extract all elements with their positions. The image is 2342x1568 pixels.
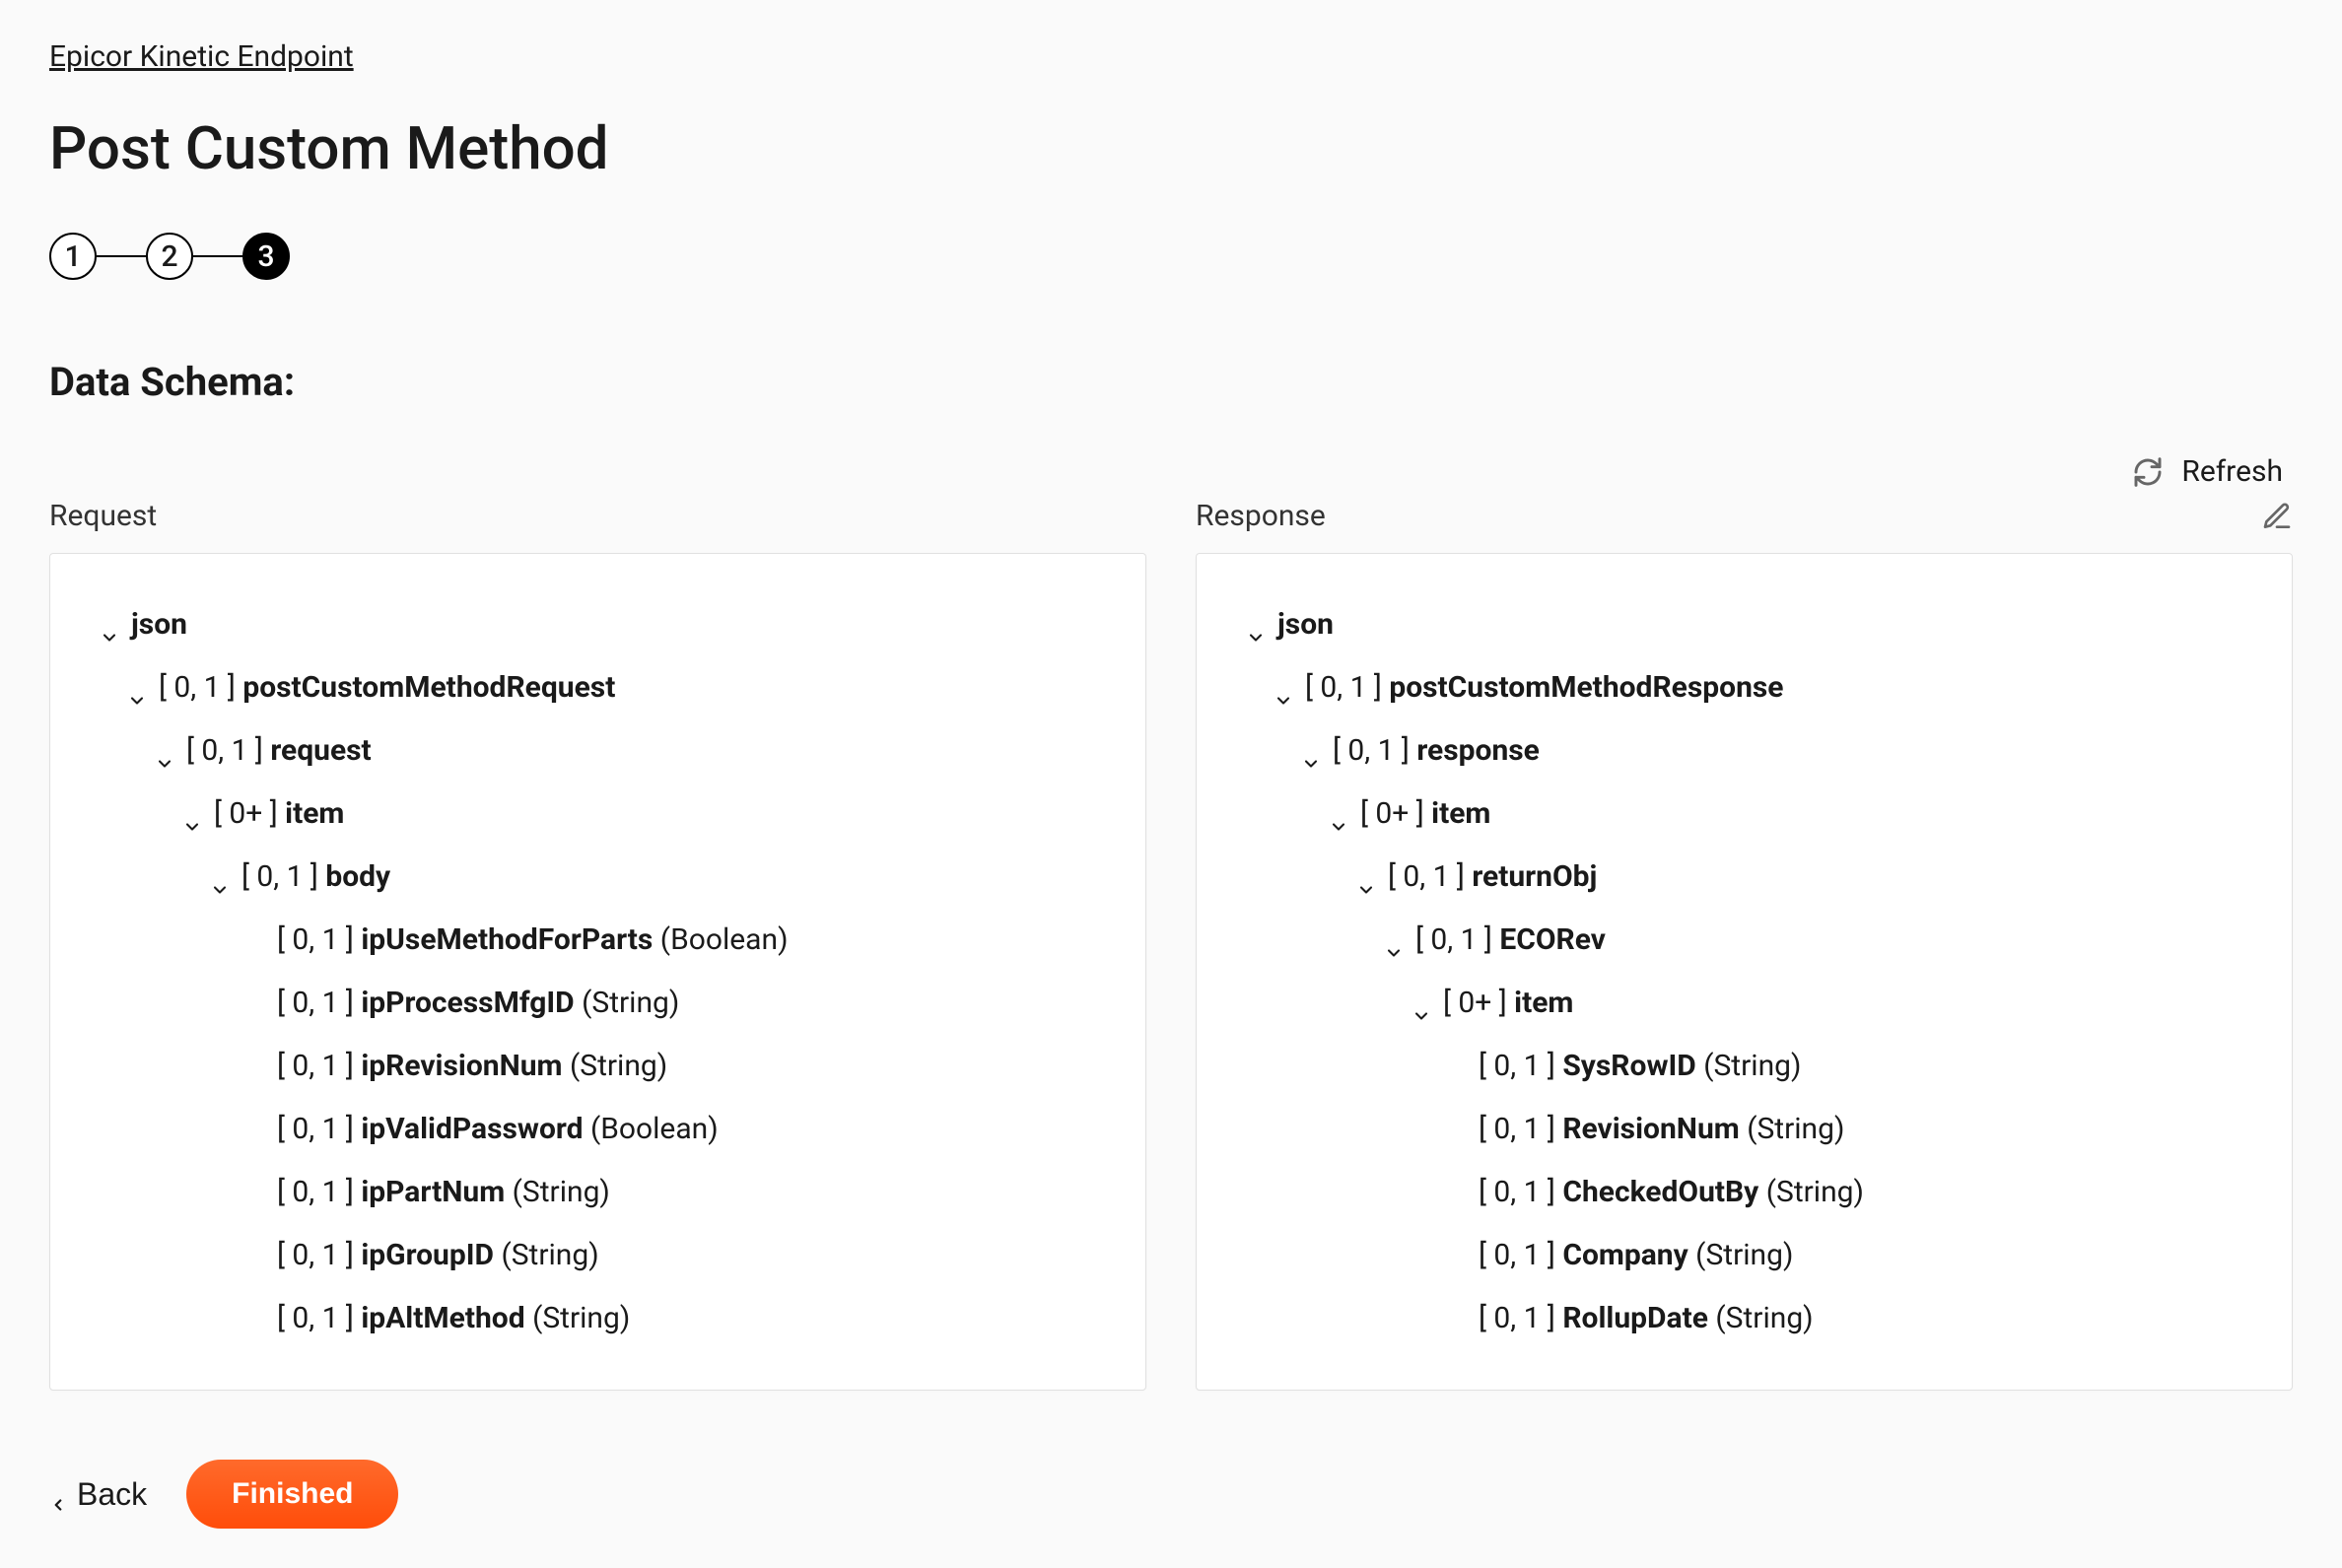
tree-node[interactable]: [ 0, 1 ] returnObj xyxy=(1246,846,2242,909)
tree-node[interactable]: json xyxy=(1246,593,2242,656)
chevron-down-icon[interactable] xyxy=(1301,741,1321,761)
step-connector xyxy=(97,255,146,257)
tree-node[interactable]: [ 0, 1 ] body xyxy=(100,846,1096,909)
page-title: Post Custom Method xyxy=(49,113,2293,183)
chevron-down-icon[interactable] xyxy=(1274,678,1293,698)
tree-node-label: [ 0, 1 ] ipAltMethod (String) xyxy=(277,1295,630,1342)
tree-node: [ 0, 1 ] ipUseMethodForParts (Boolean) xyxy=(100,909,1096,972)
tree-node: [ 0, 1 ] RevisionNum (String) xyxy=(1246,1098,2242,1161)
tree-node-label: [ 0, 1 ] RevisionNum (String) xyxy=(1479,1106,1844,1153)
tree-node-label: [ 0, 1 ] returnObj xyxy=(1388,853,1597,901)
tree-node[interactable]: [ 0+ ] item xyxy=(100,783,1096,846)
chevron-left-icon xyxy=(49,1485,67,1503)
tree-node-label: [ 0, 1 ] ipProcessMfgID (String) xyxy=(277,980,679,1027)
tree-node[interactable]: [ 0, 1 ] ECORev xyxy=(1246,909,2242,972)
tree-node-label: [ 0, 1 ] ipUseMethodForParts (Boolean) xyxy=(277,917,789,964)
tree-node[interactable]: [ 0, 1 ] response xyxy=(1246,719,2242,783)
chevron-down-icon[interactable] xyxy=(210,867,230,887)
tree-node-label: [ 0, 1 ] ECORev xyxy=(1415,917,1606,964)
tree-node-label: [ 0, 1 ] SysRowID (String) xyxy=(1479,1043,1801,1090)
back-label: Back xyxy=(77,1476,147,1513)
tree-node[interactable]: [ 0+ ] item xyxy=(1246,972,2242,1035)
chevron-down-icon[interactable] xyxy=(155,741,174,761)
tree-node: [ 0, 1 ] SysRowID (String) xyxy=(1246,1035,2242,1098)
stepper: 1 2 3 xyxy=(49,233,2293,280)
tree-node: [ 0, 1 ] ipAltMethod (String) xyxy=(100,1287,1096,1350)
request-column: Request json [ 0, 1 ] postCustomMethodReq… xyxy=(49,499,1146,1391)
tree-node-label: [ 0+ ] item xyxy=(1360,790,1490,838)
tree-node: [ 0, 1 ] ipProcessMfgID (String) xyxy=(100,972,1096,1035)
edit-icon[interactable] xyxy=(2261,501,2293,532)
step-1[interactable]: 1 xyxy=(49,233,97,280)
tree-node: [ 0, 1 ] Company (String) xyxy=(1246,1224,2242,1287)
tree-node: [ 0, 1 ] ipValidPassword (Boolean) xyxy=(100,1098,1096,1161)
response-column: Response json [ 0, 1 ] postCustomMethodRe… xyxy=(1196,499,2293,1391)
back-button[interactable]: Back xyxy=(49,1476,147,1513)
tree-node: [ 0, 1 ] CheckedOutBy (String) xyxy=(1246,1161,2242,1224)
step-connector xyxy=(193,255,242,257)
chevron-down-icon[interactable] xyxy=(127,678,147,698)
tree-node-label: [ 0, 1 ] body xyxy=(241,853,390,901)
tree-node-label: [ 0, 1 ] ipPartNum (String) xyxy=(277,1169,610,1216)
tree-node[interactable]: [ 0, 1 ] postCustomMethodResponse xyxy=(1246,656,2242,719)
tree-node-label: [ 0, 1 ] RollupDate (String) xyxy=(1479,1295,1814,1342)
tree-node-label: [ 0, 1 ] request xyxy=(186,727,372,775)
tree-node[interactable]: [ 0, 1 ] request xyxy=(100,719,1096,783)
schema-heading: Data Schema: xyxy=(49,359,2293,405)
tree-node: [ 0, 1 ] ipPartNum (String) xyxy=(100,1161,1096,1224)
tree-node: [ 0, 1 ] ipRevisionNum (String) xyxy=(100,1035,1096,1098)
tree-node-label: [ 0, 1 ] response xyxy=(1333,727,1540,775)
tree-node[interactable]: json xyxy=(100,593,1096,656)
tree-node-label: [ 0, 1 ] postCustomMethodResponse xyxy=(1305,664,1784,712)
tree-node-label: [ 0, 1 ] CheckedOutBy (String) xyxy=(1479,1169,1864,1216)
step-3[interactable]: 3 xyxy=(242,233,290,280)
finished-button[interactable]: Finished xyxy=(186,1460,398,1529)
tree-node-label: [ 0, 1 ] ipRevisionNum (String) xyxy=(277,1043,667,1090)
tree-node-label: [ 0, 1 ] Company (String) xyxy=(1479,1232,1793,1279)
step-2[interactable]: 2 xyxy=(146,233,193,280)
request-tree: json [ 0, 1 ] postCustomMethodRequest [ 0,… xyxy=(49,553,1146,1391)
refresh-label[interactable]: Refresh xyxy=(2181,454,2283,489)
chevron-down-icon[interactable] xyxy=(1356,867,1376,887)
tree-node: [ 0, 1 ] RollupDate (String) xyxy=(1246,1287,2242,1350)
tree-node-label: [ 0, 1 ] ipGroupID (String) xyxy=(277,1232,599,1279)
tree-node: [ 0, 1 ] ipGroupID (String) xyxy=(100,1224,1096,1287)
chevron-down-icon[interactable] xyxy=(1384,930,1404,950)
chevron-down-icon[interactable] xyxy=(1246,615,1266,635)
tree-node-label: [ 0+ ] item xyxy=(214,790,344,838)
tree-node-label: json xyxy=(1277,601,1334,648)
tree-node-label: [ 0, 1 ] postCustomMethodRequest xyxy=(159,664,615,712)
refresh-icon[interactable] xyxy=(2132,456,2164,488)
request-title: Request xyxy=(49,499,157,533)
chevron-down-icon[interactable] xyxy=(182,804,202,824)
tree-node-label: [ 0, 1 ] ipValidPassword (Boolean) xyxy=(277,1106,719,1153)
chevron-down-icon[interactable] xyxy=(1412,993,1431,1013)
breadcrumb-link[interactable]: Epicor Kinetic Endpoint xyxy=(49,39,354,74)
chevron-down-icon[interactable] xyxy=(1329,804,1348,824)
response-tree: json [ 0, 1 ] postCustomMethodResponse [ 0… xyxy=(1196,553,2293,1391)
tree-node-label: json xyxy=(131,601,187,648)
chevron-down-icon[interactable] xyxy=(100,615,119,635)
tree-node[interactable]: [ 0+ ] item xyxy=(1246,783,2242,846)
response-title: Response xyxy=(1196,499,1326,533)
tree-node-label: [ 0+ ] item xyxy=(1443,980,1573,1027)
tree-node[interactable]: [ 0, 1 ] postCustomMethodRequest xyxy=(100,656,1096,719)
